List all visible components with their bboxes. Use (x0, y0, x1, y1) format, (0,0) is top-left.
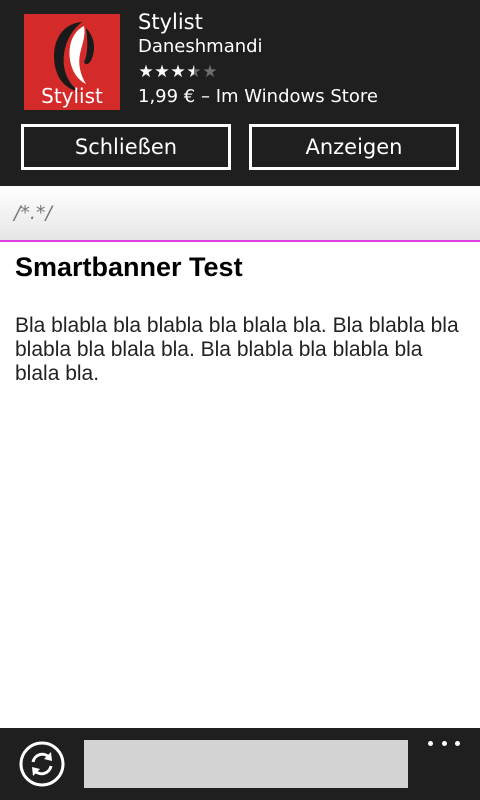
smart-banner: Stylist Stylist Daneshmandi ★ ★ ★ ★ ★ 1,99 €… (0, 0, 480, 186)
more-icon[interactable] (428, 734, 460, 752)
address-field[interactable] (84, 740, 408, 788)
app-title: Stylist (138, 10, 203, 34)
star-icon: ★ (186, 62, 202, 82)
more-dot (428, 740, 433, 746)
star-icon: ★ (154, 62, 170, 82)
star-icon: ★ (170, 62, 186, 82)
header-text: /*.*/ (14, 202, 52, 224)
app-icon-label: Stylist (41, 84, 103, 108)
page-body-text: Bla blabla bla blabla bla blala bla. Bla… (15, 314, 459, 385)
refresh-icon (19, 741, 65, 787)
close-button[interactable]: Schließen (21, 124, 231, 170)
app-icon[interactable]: Stylist (24, 14, 120, 110)
more-dot (455, 740, 460, 746)
page-title: Smartbanner Test (15, 252, 243, 282)
bottom-app-bar (0, 728, 480, 800)
app-price-store: 1,99 € – Im Windows Store (138, 86, 378, 107)
refresh-button[interactable] (18, 740, 66, 788)
more-dot (441, 740, 447, 746)
app-developer: Daneshmandi (138, 36, 263, 57)
view-button[interactable]: Anzeigen (249, 124, 459, 170)
page-header: /*.*/ (0, 186, 480, 242)
star-rating: ★ ★ ★ ★ ★ (138, 62, 218, 82)
star-icon: ★ (138, 62, 154, 82)
star-icon: ★ (202, 62, 218, 82)
